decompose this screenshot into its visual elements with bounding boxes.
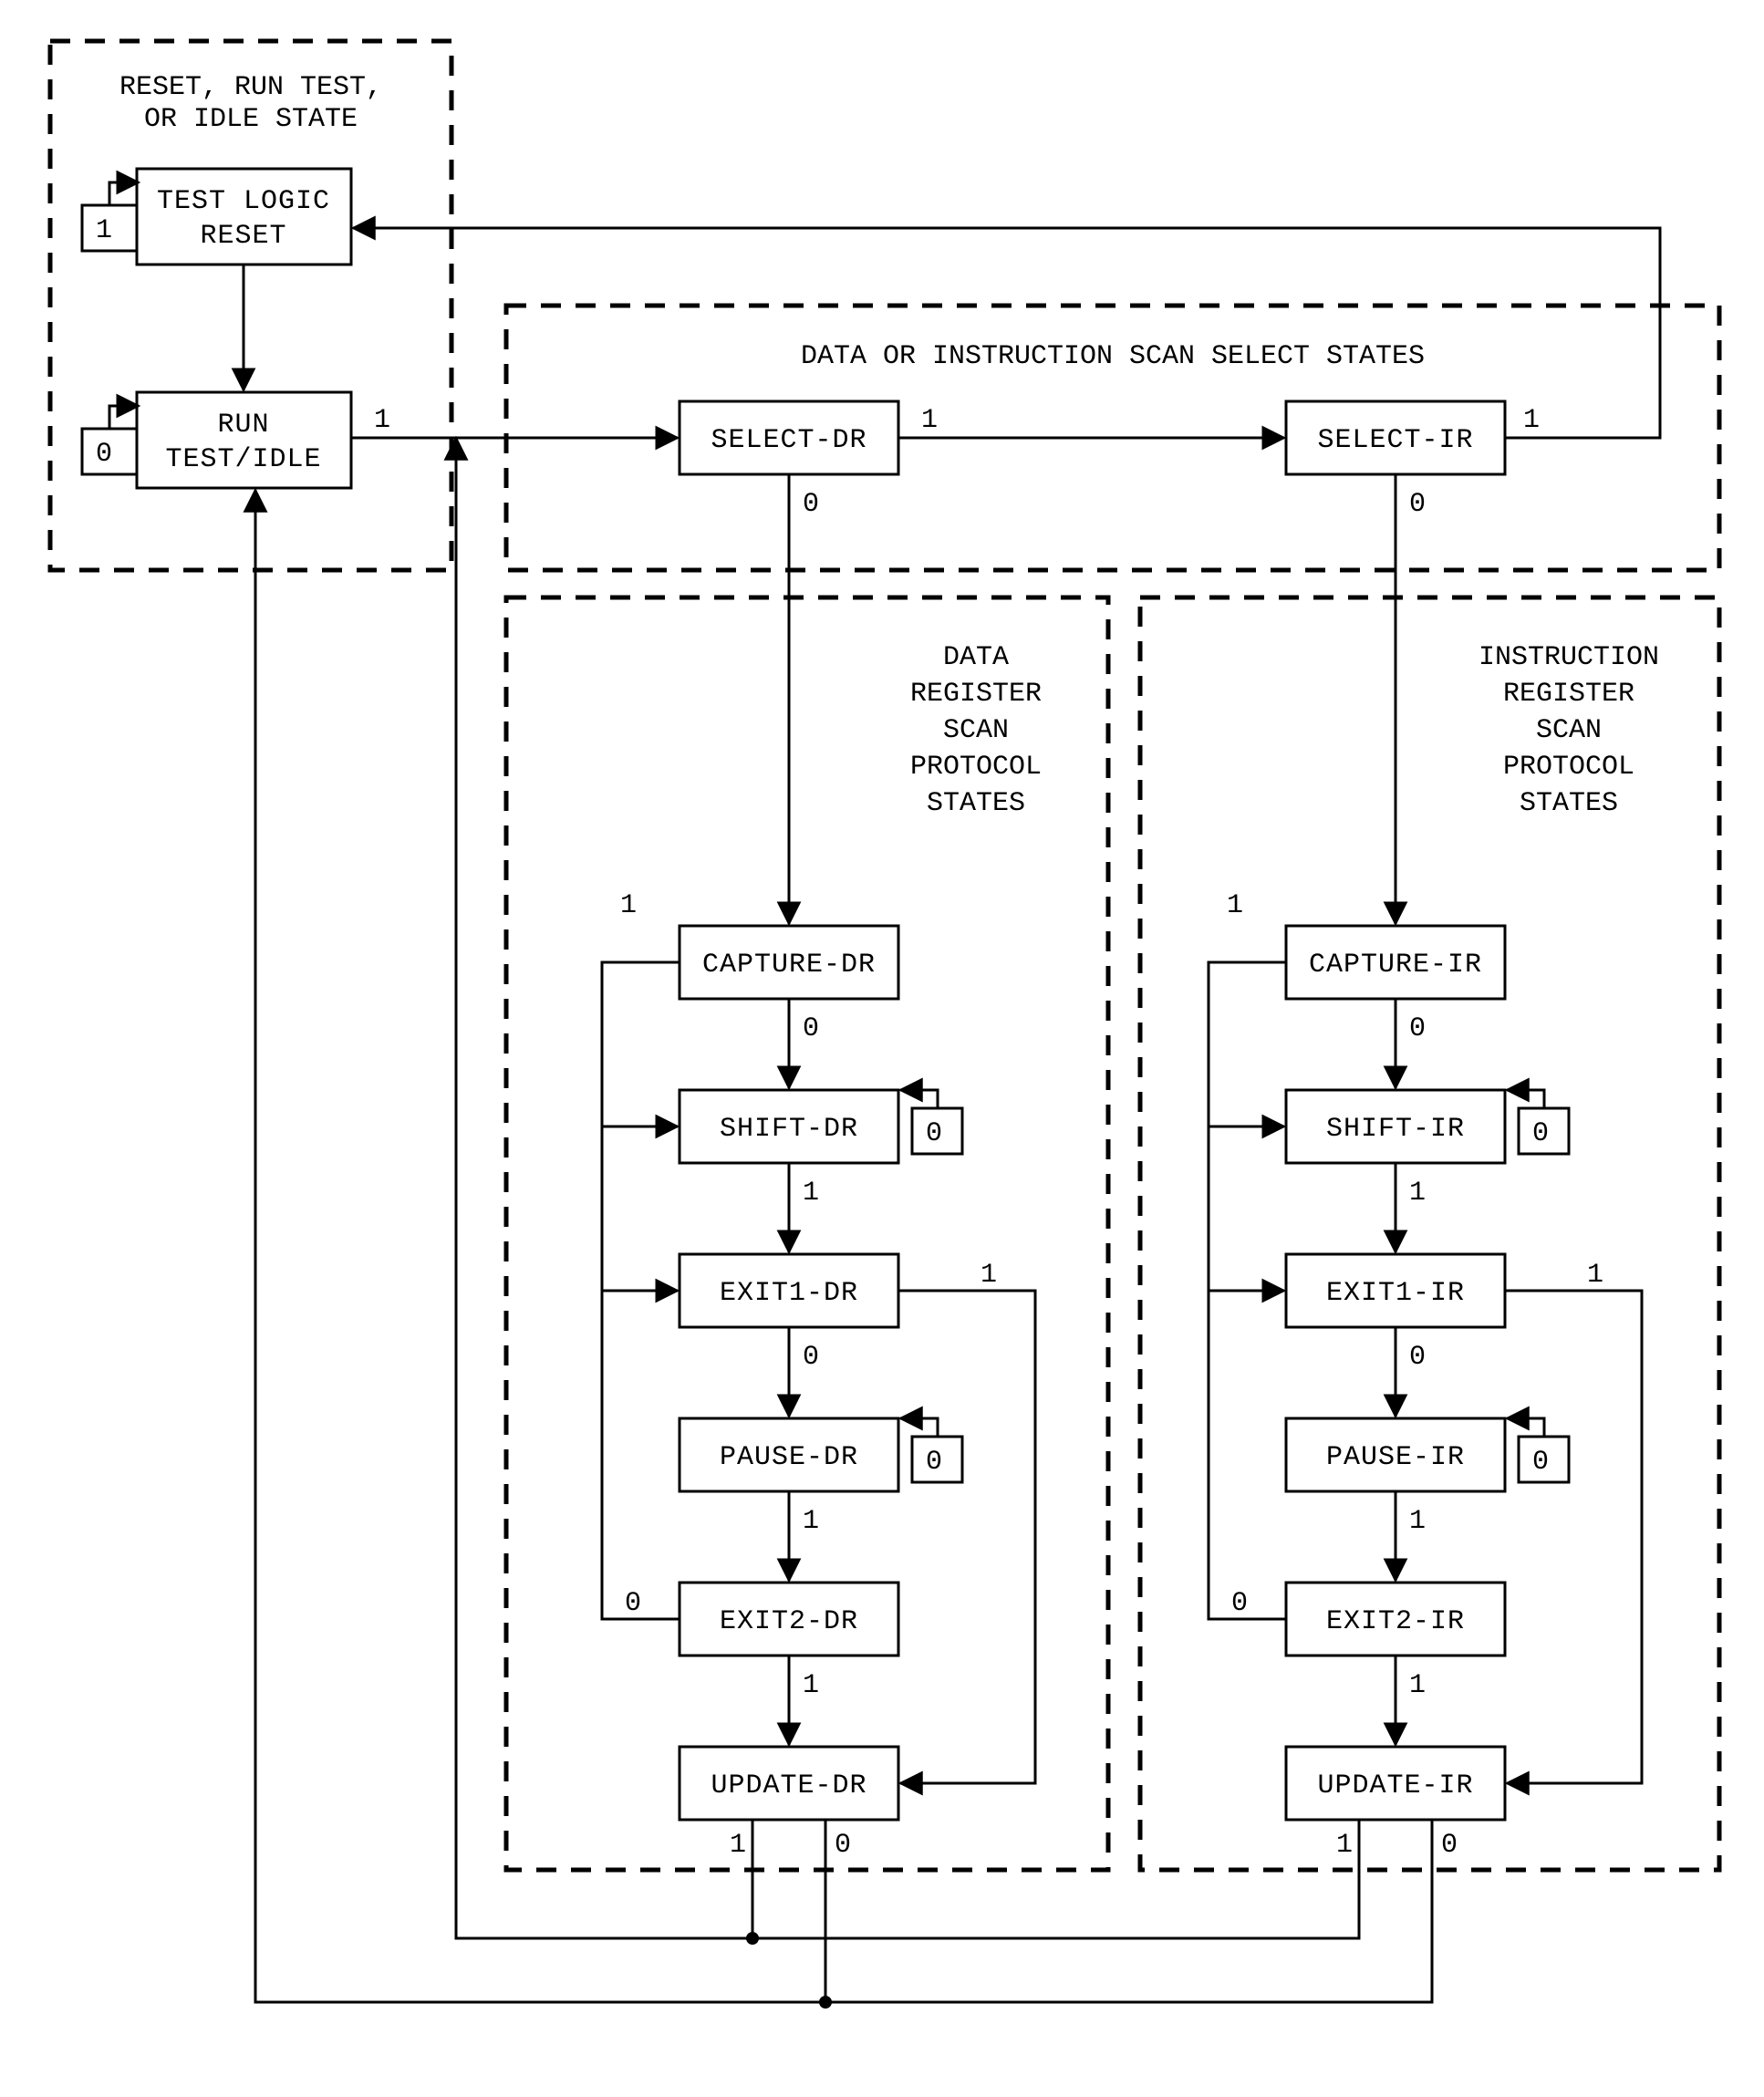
lbl-exit2ir-shiftir: 0 <box>1231 1588 1248 1619</box>
group-ir-title2: REGISTER <box>1503 679 1634 710</box>
update-dr-txt: UPDATE-DR <box>711 1770 866 1801</box>
group-reset-title1: RESET, RUN TEST, <box>119 72 382 103</box>
arrow-shiftdr-self <box>900 1090 938 1108</box>
arrow-exit2dr-shiftdr <box>602 1126 680 1619</box>
exit2-dr-txt: EXIT2-DR <box>720 1606 858 1637</box>
exit1-dr-txt: EXIT1-DR <box>720 1278 858 1309</box>
group-ir-title4: PROTOCOL <box>1503 752 1634 783</box>
tap-state-diagram: RESET, RUN TEST, OR IDLE STATE DATA OR I… <box>0 0 1764 2097</box>
tl-reset-line2: RESET <box>200 221 286 252</box>
lbl-exit2dr-updatedr: 1 <box>803 1670 819 1701</box>
pause-ir-txt: PAUSE-IR <box>1326 1442 1465 1473</box>
lbl-updatedr-1: 1 <box>730 1830 746 1861</box>
shift-dr-txt: SHIFT-DR <box>720 1114 858 1145</box>
arrow-updatedr-seldr <box>456 438 752 1938</box>
arrow-exit2ir-shiftir <box>1209 1126 1286 1619</box>
lbl-selir-capir: 0 <box>1409 489 1426 520</box>
group-ir-title1: INSTRUCTION <box>1479 642 1659 673</box>
lbl-shiftdr-exit1dr: 1 <box>803 1178 819 1209</box>
lbl-rti-seldr: 1 <box>374 405 390 436</box>
rti-line1: RUN <box>217 410 269 441</box>
lbl-capdr-exit1dr: 1 <box>620 890 637 921</box>
select-ir-txt: SELECT-IR <box>1317 425 1473 456</box>
loop-pause-dr-lbl: 0 <box>926 1447 942 1478</box>
lbl-exit2ir-updateir: 1 <box>1409 1670 1426 1701</box>
arrow-shiftir-self <box>1507 1090 1544 1108</box>
arrow-rti-self <box>109 406 139 429</box>
loop-rti-lbl: 0 <box>96 439 112 470</box>
update-ir-txt: UPDATE-IR <box>1317 1770 1473 1801</box>
lbl-seldr-selir: 1 <box>921 405 938 436</box>
group-reset-title2: OR IDLE STATE <box>144 104 358 135</box>
loop-pause-ir-lbl: 0 <box>1532 1447 1549 1478</box>
rti-line2: TEST/IDLE <box>165 444 321 475</box>
group-dr-title4: PROTOCOL <box>910 752 1042 783</box>
lbl-capir-exit1ir: 1 <box>1227 890 1243 921</box>
lbl-pauseir-exit2ir: 1 <box>1409 1506 1426 1537</box>
arrow-exit1ir-updateir <box>1505 1291 1642 1783</box>
lbl-pausedr-exit2dr: 1 <box>803 1506 819 1537</box>
pause-dr-txt: PAUSE-DR <box>720 1442 858 1473</box>
lbl-capir-shiftir: 0 <box>1409 1013 1426 1044</box>
group-ir-title3: SCAN <box>1536 715 1602 746</box>
arrow-pauseir-self <box>1507 1418 1544 1437</box>
loop-shift-dr-lbl: 0 <box>926 1118 942 1149</box>
lbl-selir-tlr: 1 <box>1523 405 1540 436</box>
capture-ir-txt: CAPTURE-IR <box>1309 950 1482 981</box>
group-dr-title3: SCAN <box>943 715 1009 746</box>
arrow-pausedr-self <box>900 1418 938 1437</box>
lbl-capdr-shiftdr: 0 <box>803 1013 819 1044</box>
lbl-shiftir-exit1ir: 1 <box>1409 1178 1426 1209</box>
loop-tlr-lbl: 1 <box>96 215 112 246</box>
lbl-updateir-1: 1 <box>1336 1830 1353 1861</box>
group-select-title: DATA OR INSTRUCTION SCAN SELECT STATES <box>801 341 1425 372</box>
lbl-exit1dr-pausedr: 0 <box>803 1342 819 1373</box>
tl-reset-line1: TEST LOGIC <box>157 186 330 217</box>
group-dr-title5: STATES <box>927 788 1025 819</box>
lbl-seldr-capdr: 0 <box>803 489 819 520</box>
lbl-exit1ir-pauseir: 0 <box>1409 1342 1426 1373</box>
lbl-exit1dr-updatedr: 1 <box>981 1260 997 1291</box>
group-ir-title5: STATES <box>1520 788 1618 819</box>
group-ir <box>1140 597 1719 1870</box>
group-dr-title1: DATA <box>943 642 1009 673</box>
group-dr-title2: REGISTER <box>910 679 1042 710</box>
exit2-ir-txt: EXIT2-IR <box>1326 1606 1465 1637</box>
loop-shift-ir-lbl: 0 <box>1532 1118 1549 1149</box>
lbl-updatedr-0: 0 <box>835 1830 851 1861</box>
lbl-exit1ir-updateir: 1 <box>1587 1260 1603 1291</box>
lbl-updateir-0: 0 <box>1441 1830 1458 1861</box>
arrow-exit1dr-updatedr <box>898 1291 1035 1783</box>
capture-dr-txt: CAPTURE-DR <box>702 950 876 981</box>
exit1-ir-txt: EXIT1-IR <box>1326 1278 1465 1309</box>
lbl-exit2dr-shiftdr: 0 <box>625 1588 641 1619</box>
select-dr-txt: SELECT-DR <box>711 425 866 456</box>
arrow-tlr-self <box>109 182 139 205</box>
shift-ir-txt: SHIFT-IR <box>1326 1114 1465 1145</box>
